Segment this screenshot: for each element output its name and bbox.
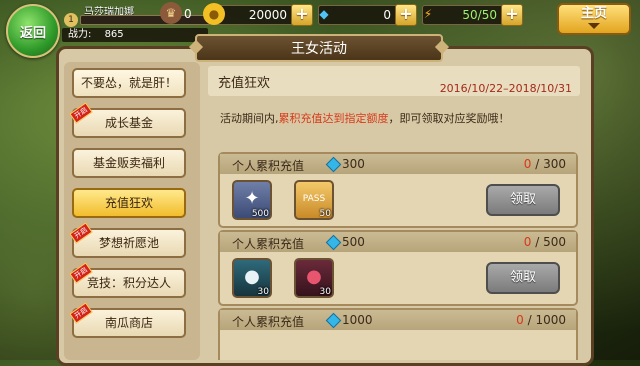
progress-target: / 500	[535, 235, 566, 249]
reward-count: 500	[251, 209, 269, 219]
tier-amount: 1000	[342, 313, 373, 327]
sidebar-item-label: 竞技：积分达人	[86, 276, 171, 290]
reward-tier-500: 个人累积充值 500 0 / 500 ● 30 ● 30 领取	[218, 230, 578, 306]
sidebar-item-fund-sale[interactable]: 基金贩卖福利	[72, 148, 186, 178]
tier-progress: 0 / 300	[524, 157, 566, 171]
sidebar-item-wish-pool[interactable]: 开启 梦想祈愿池	[69, 222, 186, 258]
tier-amount: 300	[342, 157, 365, 171]
tier-progress: 0 / 1000	[516, 313, 566, 327]
diamond-icon	[325, 156, 342, 173]
diamond-icon	[325, 312, 342, 329]
home-button[interactable]: 主页	[557, 3, 631, 35]
event-description: 活动期间内,累积充值达到指定额度，即可领取对应奖励哦！	[220, 110, 590, 126]
diamond-counter: ◆ 0 +	[318, 4, 417, 26]
claim-button[interactable]: 领取	[486, 262, 560, 294]
trophy-icon: ♛	[160, 2, 182, 24]
tier-label: 个人累积充值	[232, 315, 305, 329]
progress-target: / 300	[535, 157, 566, 171]
new-tag: 开启	[69, 222, 93, 244]
sidebar-item-label: 基金贩卖福利	[92, 156, 165, 170]
reward-item[interactable]: ● 30	[294, 258, 334, 298]
battle-power: 战力: 865	[62, 28, 208, 42]
sidebar-item-recharge-carnival[interactable]: 充值狂欢	[72, 188, 186, 218]
claim-button[interactable]: 领取	[486, 184, 560, 216]
new-tag: 开启	[69, 102, 93, 124]
sidebar-item-label: 南瓜商店	[104, 316, 153, 330]
pass-ticket-icon: PASS	[302, 194, 326, 204]
new-tag: 开启	[69, 302, 93, 324]
add-diamond-button[interactable]: +	[395, 4, 417, 26]
sidebar-item-label: 成长基金	[104, 116, 153, 130]
gold-coin-icon: ●	[203, 3, 225, 25]
sidebar-item-label: 不要怂，就是肝！	[80, 76, 177, 90]
progress-current: 0	[523, 235, 532, 249]
reward-count: 30	[319, 287, 331, 297]
desc-text: 活动期间内,	[220, 112, 279, 125]
event-title: 充值狂欢	[218, 76, 271, 91]
tier-header: 个人累积充值 1000 0 / 1000	[220, 310, 576, 330]
back-button[interactable]: 返回	[6, 4, 60, 58]
event-dates: 2016/10/22–2018/10/31	[439, 82, 572, 95]
red-pouch-icon: ●	[306, 266, 322, 287]
gold-value: 20000	[248, 8, 287, 22]
add-stamina-button[interactable]: +	[501, 4, 523, 26]
power-label: 战力:	[68, 29, 92, 40]
sidebar-item-label: 梦想祈愿池	[98, 236, 159, 250]
tier-header: 个人累积充值 500 0 / 500	[220, 232, 576, 252]
tier-header: 个人累积充值 300 0 / 300	[220, 154, 576, 174]
diamond-icon	[325, 234, 342, 251]
tier-progress: 0 / 500	[524, 235, 566, 249]
progress-current: 0	[516, 313, 524, 327]
sidebar-item-label: 充值狂欢	[104, 196, 153, 210]
progress-target: / 1000	[527, 313, 566, 327]
panel-title: 王女活动	[195, 34, 443, 62]
diamond-icon: ◆	[319, 7, 329, 21]
stamina-counter: ⚡ 50/50 +	[422, 4, 523, 26]
trophy-counter: ♛ 0	[160, 2, 196, 24]
reward-count: 50	[319, 209, 331, 219]
star-crystal-icon: ✦	[244, 188, 260, 209]
sidebar-item-pumpkin-shop[interactable]: 开启 南瓜商店	[69, 302, 186, 338]
reward-item[interactable]: PASS 50	[294, 180, 334, 220]
reward-item[interactable]: ✦ 500	[232, 180, 272, 220]
tier-label: 个人累积充值	[232, 237, 305, 251]
player-level: 1	[64, 13, 78, 27]
event-content: 充值狂欢 2016/10/22–2018/10/31 活动期间内,累积充值达到指…	[208, 62, 586, 360]
reward-count: 30	[257, 287, 269, 297]
tier-amount: 500	[342, 235, 365, 249]
desc-text: ，即可领取对应奖励哦！	[388, 112, 510, 125]
stamina-value: 50/50	[462, 8, 497, 22]
sidebar-item-growth-fund[interactable]: 开启 成长基金	[69, 102, 186, 138]
diamond-value: 0	[383, 8, 391, 22]
add-gold-button[interactable]: +	[291, 4, 313, 26]
white-pouch-icon: ●	[244, 266, 260, 287]
trophy-value: 0	[184, 7, 192, 21]
progress-current: 0	[523, 157, 532, 171]
chevron-down-icon	[588, 23, 600, 29]
reward-tier-300: 个人累积充值 300 0 / 300 ✦ 500 PASS 50 领取	[218, 152, 578, 228]
reward-tier-1000: 个人累积充值 1000 0 / 1000	[218, 308, 578, 360]
sidebar-item-arena-points[interactable]: 开启 竞技：积分达人	[69, 262, 186, 298]
event-sidebar: 不要怂，就是肝！ 开启 成长基金 基金贩卖福利 充值狂欢 开启 梦想祈愿池 开启…	[64, 62, 200, 360]
stamina-icon: ⚡	[423, 7, 433, 21]
sidebar-item-grind[interactable]: 不要怂，就是肝！	[72, 68, 186, 98]
reward-item[interactable]: ● 30	[232, 258, 272, 298]
home-button-label: 主页	[580, 6, 607, 21]
tier-label: 个人累积充值	[232, 159, 305, 173]
gold-counter: ● 20000 +	[203, 3, 313, 26]
back-button-label: 返回	[19, 25, 46, 41]
event-header: 充值狂欢 2016/10/22–2018/10/31	[208, 66, 580, 96]
power-value: 865	[104, 29, 124, 40]
desc-highlight: 累积充值达到指定额度	[278, 112, 389, 125]
